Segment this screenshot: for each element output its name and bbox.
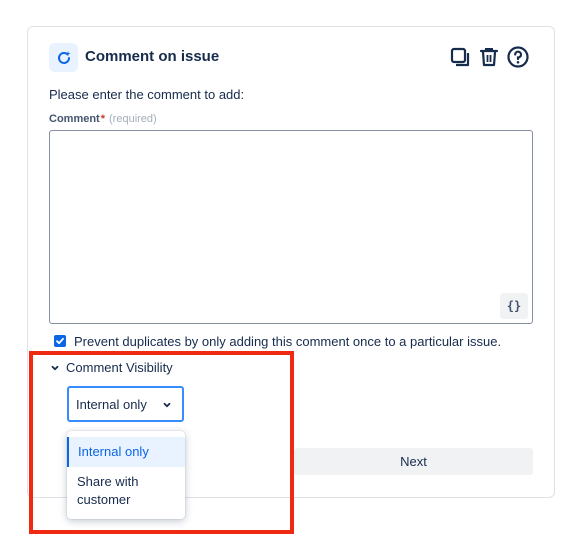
comment-label-text: Comment xyxy=(49,113,100,125)
form-prompt: Please enter the comment to add: xyxy=(49,87,245,102)
comment-visibility-toggle[interactable]: Comment Visibility xyxy=(50,360,173,375)
chevron-down-icon xyxy=(163,402,171,408)
required-hint: (required) xyxy=(109,113,157,125)
prevent-duplicates-checkbox[interactable] xyxy=(54,335,66,347)
visibility-dropdown-menu: Internal only Share with customer xyxy=(67,431,185,519)
visibility-selected-value: Internal only xyxy=(76,396,147,412)
chevron-down-icon xyxy=(51,365,59,370)
option-internal-only[interactable]: Internal only xyxy=(67,437,185,467)
comment-textarea[interactable] xyxy=(49,130,533,324)
action-icon-box xyxy=(49,43,78,72)
refresh-sparkle-icon xyxy=(57,50,71,64)
smart-value-button[interactable]: {} xyxy=(500,293,528,319)
duplicate-button[interactable] xyxy=(447,44,473,70)
visibility-select[interactable]: Internal only xyxy=(67,386,184,422)
trash-icon xyxy=(479,48,499,67)
page-title: Comment on issue xyxy=(85,48,220,65)
comment-field-label: Comment* (required) xyxy=(49,113,157,125)
help-button[interactable] xyxy=(505,44,531,70)
duplicate-icon xyxy=(450,47,470,67)
checkmark-icon xyxy=(56,337,64,345)
required-asterisk: * xyxy=(100,113,106,125)
help-icon xyxy=(507,46,529,68)
prevent-duplicates-label: Prevent duplicates by only adding this c… xyxy=(74,334,502,349)
next-button[interactable]: Next xyxy=(294,448,533,475)
delete-button[interactable] xyxy=(476,44,502,70)
option-share-with-customer[interactable]: Share with customer xyxy=(67,467,185,515)
comment-visibility-label: Comment Visibility xyxy=(66,360,173,375)
